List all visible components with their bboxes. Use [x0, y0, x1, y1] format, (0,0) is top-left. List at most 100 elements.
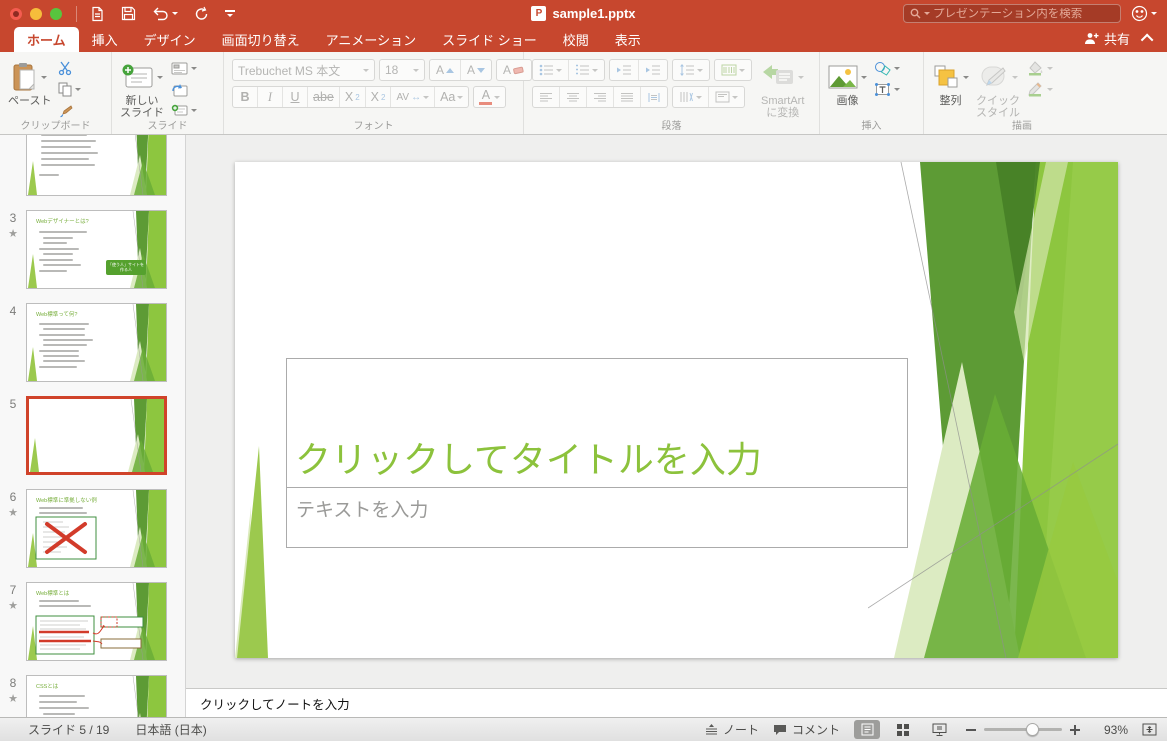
section-icon	[171, 104, 188, 116]
slide-5-thumbnail-selected[interactable]	[26, 396, 167, 475]
feedback-smiley-button[interactable]	[1131, 5, 1157, 22]
ribbon-group-insert: 画像 挿入	[820, 52, 924, 134]
language-indicator[interactable]: 日本語 (日本)	[135, 721, 206, 738]
paste-button[interactable]: ペースト	[8, 59, 51, 107]
collapse-ribbon-icon[interactable]	[1140, 33, 1154, 47]
ribbon-group-font: Trebuchet MS 本文 18 A A A B I U abe X 2 X…	[224, 52, 533, 134]
underline-button: U	[283, 87, 308, 107]
status-bar: スライド 5 / 19 日本語 (日本) ノート コメント 93%	[0, 717, 1167, 741]
picture-button[interactable]: 画像	[828, 59, 867, 107]
slide-2-thumbnail[interactable]	[26, 135, 167, 196]
layout-button[interactable]	[171, 60, 197, 77]
slide-3-thumbnail[interactable]: Webデザイナーとは? 「使う人」サイトを作る人	[26, 210, 167, 289]
align-text-icon	[715, 91, 730, 103]
slide-4-thumbnail[interactable]: Web標準って何?	[26, 303, 167, 382]
zoom-controls	[966, 723, 1080, 736]
tab-insert[interactable]: 挿入	[79, 27, 131, 52]
justify-icon	[621, 92, 633, 101]
animation-star-icon: ★	[8, 228, 18, 240]
theme-wedge	[28, 347, 37, 381]
slide-7-thumbnail[interactable]: Web標準とは	[26, 582, 167, 661]
tab-design[interactable]: デザイン	[131, 27, 209, 52]
distribute-icon	[648, 92, 660, 102]
quick-styles-button: クイック スタイル	[976, 59, 1020, 119]
minimize-button[interactable]	[30, 7, 42, 20]
notes-placeholder-text: クリックしてノートを入力	[200, 697, 350, 712]
shapes-icon	[875, 62, 891, 76]
numbering-button	[569, 60, 604, 80]
zoom-in-button[interactable]	[1070, 724, 1080, 735]
title-placeholder[interactable]: クリックしてタイトルを入力	[286, 358, 908, 488]
facet-theme-wedge	[235, 446, 268, 658]
shapes-button[interactable]	[874, 60, 900, 77]
title-placeholder-text: クリックしてタイトルを入力	[295, 439, 762, 480]
thumb-speech-bubble: 「使う人」サイトを作る人	[106, 260, 146, 275]
close-button[interactable]	[10, 7, 22, 20]
numbering-icon	[576, 64, 589, 75]
zoom-slider-knob[interactable]	[1026, 723, 1039, 736]
format-painter-icon	[60, 104, 73, 117]
reset-slide-button[interactable]	[171, 81, 197, 98]
crossed-out-code-box	[35, 516, 97, 560]
undo-dropdown-icon[interactable]	[172, 12, 178, 15]
share-button[interactable]: 共有	[1084, 29, 1130, 48]
notes-toggle-button[interactable]: ノート	[705, 721, 759, 738]
undo-button[interactable]	[152, 7, 178, 21]
slide-number: 4	[9, 304, 17, 318]
align-left-button	[533, 87, 560, 107]
line-spacing-button	[673, 60, 709, 80]
window-controls	[10, 7, 62, 20]
align-right-icon	[594, 92, 606, 101]
convert-to-smartart-button: SmartArt に変換	[761, 59, 804, 119]
customize-toolbar-icon[interactable]	[225, 10, 235, 17]
copy-button[interactable]	[58, 81, 82, 98]
search-scope-dropdown-icon[interactable]	[924, 12, 930, 15]
tab-view[interactable]: 表示	[602, 27, 654, 52]
redo-icon[interactable]	[194, 6, 209, 21]
normal-view-button[interactable]	[854, 720, 880, 739]
arrange-button[interactable]: 整列	[932, 59, 969, 107]
slide-6-thumbnail[interactable]: Web標準に準拠しない例	[26, 489, 167, 568]
zoom-slider[interactable]	[984, 723, 1062, 736]
italic-button: I	[258, 87, 283, 107]
cut-button[interactable]	[58, 60, 81, 77]
fullscreen-button[interactable]	[50, 7, 62, 20]
tab-animations[interactable]: アニメーション	[313, 27, 429, 52]
slide-canvas[interactable]: クリックしてタイトルを入力 テキストを入力	[235, 162, 1118, 658]
ribbon-home: ペースト クリップボード 新しい スライド スライド Trebuchet MS …	[0, 52, 1167, 135]
body-placeholder[interactable]: テキストを入力	[286, 488, 908, 548]
tab-home[interactable]: ホーム	[14, 27, 79, 52]
tab-review[interactable]: 校閲	[550, 27, 602, 52]
notes-pane[interactable]: クリックしてノートを入力	[186, 688, 1167, 717]
bullets-icon	[539, 64, 553, 76]
strikethrough-button: abe	[308, 87, 340, 107]
font-name-select: Trebuchet MS 本文	[232, 59, 375, 81]
slide-8-thumbnail[interactable]: CSSとは	[26, 675, 167, 717]
font-size-select: 18	[379, 59, 425, 81]
text-box-button[interactable]	[874, 81, 900, 98]
change-case-button: Aa	[435, 87, 468, 107]
new-slide-button[interactable]: 新しい スライド	[120, 59, 164, 119]
shape-outline-button	[1027, 81, 1053, 98]
slide-thumbnail-panel: 3 ★ Webデザイナーとは? 「使う人」サイトを作る人 4 Web標準って何?…	[0, 135, 186, 717]
slide-counter: スライド 5 / 19	[28, 723, 110, 737]
decrease-indent-button	[610, 60, 639, 80]
comments-toggle-button[interactable]: コメント	[773, 721, 840, 738]
new-slide-icon	[122, 64, 152, 88]
search-field[interactable]	[903, 4, 1121, 23]
search-input[interactable]	[933, 7, 1114, 20]
align-left-icon	[540, 92, 552, 101]
slideshow-view-button[interactable]	[926, 720, 952, 739]
theme-art	[130, 490, 166, 567]
zoom-percentage[interactable]: 93%	[1094, 723, 1128, 737]
thumb-title: CSSとは	[36, 684, 59, 690]
tab-slideshow[interactable]: スライド ショー	[429, 27, 550, 52]
new-presentation-icon[interactable]	[89, 6, 105, 22]
slide-sorter-view-button[interactable]	[890, 720, 916, 739]
fit-slide-to-window-button[interactable]	[1142, 723, 1157, 736]
zoom-out-button[interactable]	[966, 728, 976, 731]
divider	[76, 5, 77, 22]
cut-icon	[59, 61, 72, 76]
tab-transitions[interactable]: 画面切り替え	[209, 27, 313, 52]
save-icon[interactable]	[121, 6, 136, 21]
